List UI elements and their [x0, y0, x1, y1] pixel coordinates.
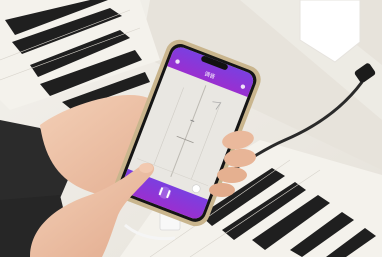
fingertip [139, 163, 153, 173]
photo-scene: 调音 [0, 0, 382, 257]
